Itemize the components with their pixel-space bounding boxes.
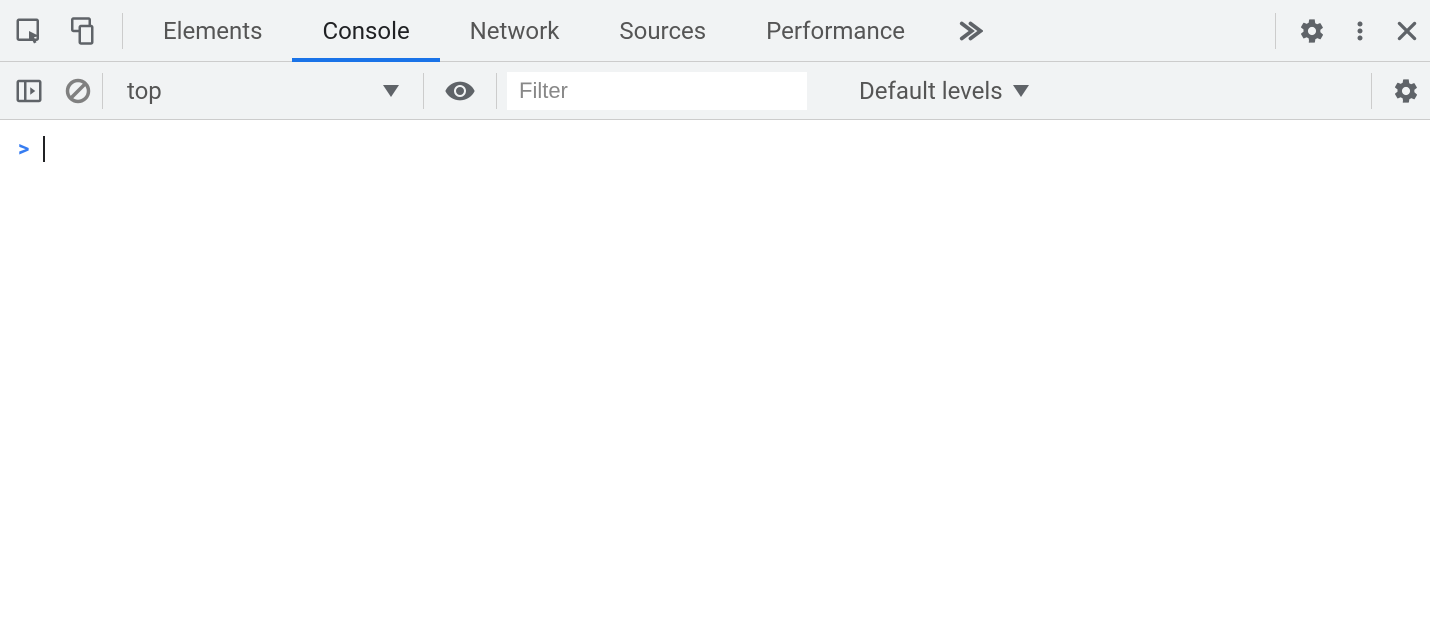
tab-console[interactable]: Console	[292, 0, 439, 61]
toolbar-divider	[1275, 13, 1276, 49]
tab-performance[interactable]: Performance	[736, 0, 935, 61]
settings-icon[interactable]	[1298, 17, 1326, 45]
toolbar-divider	[423, 73, 424, 109]
prompt-caret-icon: >	[18, 137, 29, 162]
console-output-area[interactable]: >	[0, 120, 1430, 178]
eye-icon[interactable]	[434, 75, 486, 107]
filter-input[interactable]	[507, 72, 807, 110]
close-icon[interactable]	[1394, 18, 1420, 44]
console-toolbar: top Default levels	[0, 62, 1430, 120]
tab-network[interactable]: Network	[440, 0, 590, 61]
inspect-element-icon[interactable]	[14, 16, 44, 46]
devtools-tab-toolbar: Elements Console Network Sources Perform…	[0, 0, 1430, 62]
chevron-down-icon	[1013, 85, 1029, 97]
clear-console-icon[interactable]	[64, 77, 92, 105]
toolbar-divider	[496, 73, 497, 109]
console-settings-icon[interactable]	[1382, 77, 1420, 105]
tab-elements[interactable]: Elements	[133, 0, 292, 61]
more-tabs-button[interactable]	[935, 0, 1001, 61]
tab-bar: Elements Console Network Sources Perform…	[133, 0, 1265, 61]
tab-sources[interactable]: Sources	[589, 0, 736, 61]
sidebar-toggle-icon[interactable]	[14, 76, 44, 106]
context-selector[interactable]: top	[113, 77, 413, 105]
toolbar-right-icons	[1286, 17, 1420, 45]
toolbar-divider	[122, 13, 123, 49]
console-prompt-line[interactable]: >	[0, 130, 1430, 168]
context-selected-label: top	[127, 77, 162, 105]
log-levels-label: Default levels	[859, 77, 1003, 105]
chevron-down-icon	[383, 85, 399, 97]
log-levels-selector[interactable]: Default levels	[841, 77, 1047, 105]
kebab-menu-icon[interactable]	[1348, 17, 1372, 45]
device-toolbar-icon[interactable]	[66, 16, 96, 46]
toolbar-divider	[102, 73, 103, 109]
text-cursor	[43, 136, 45, 162]
toolbar-left-icons	[14, 16, 112, 46]
toolbar-divider	[1371, 73, 1372, 109]
